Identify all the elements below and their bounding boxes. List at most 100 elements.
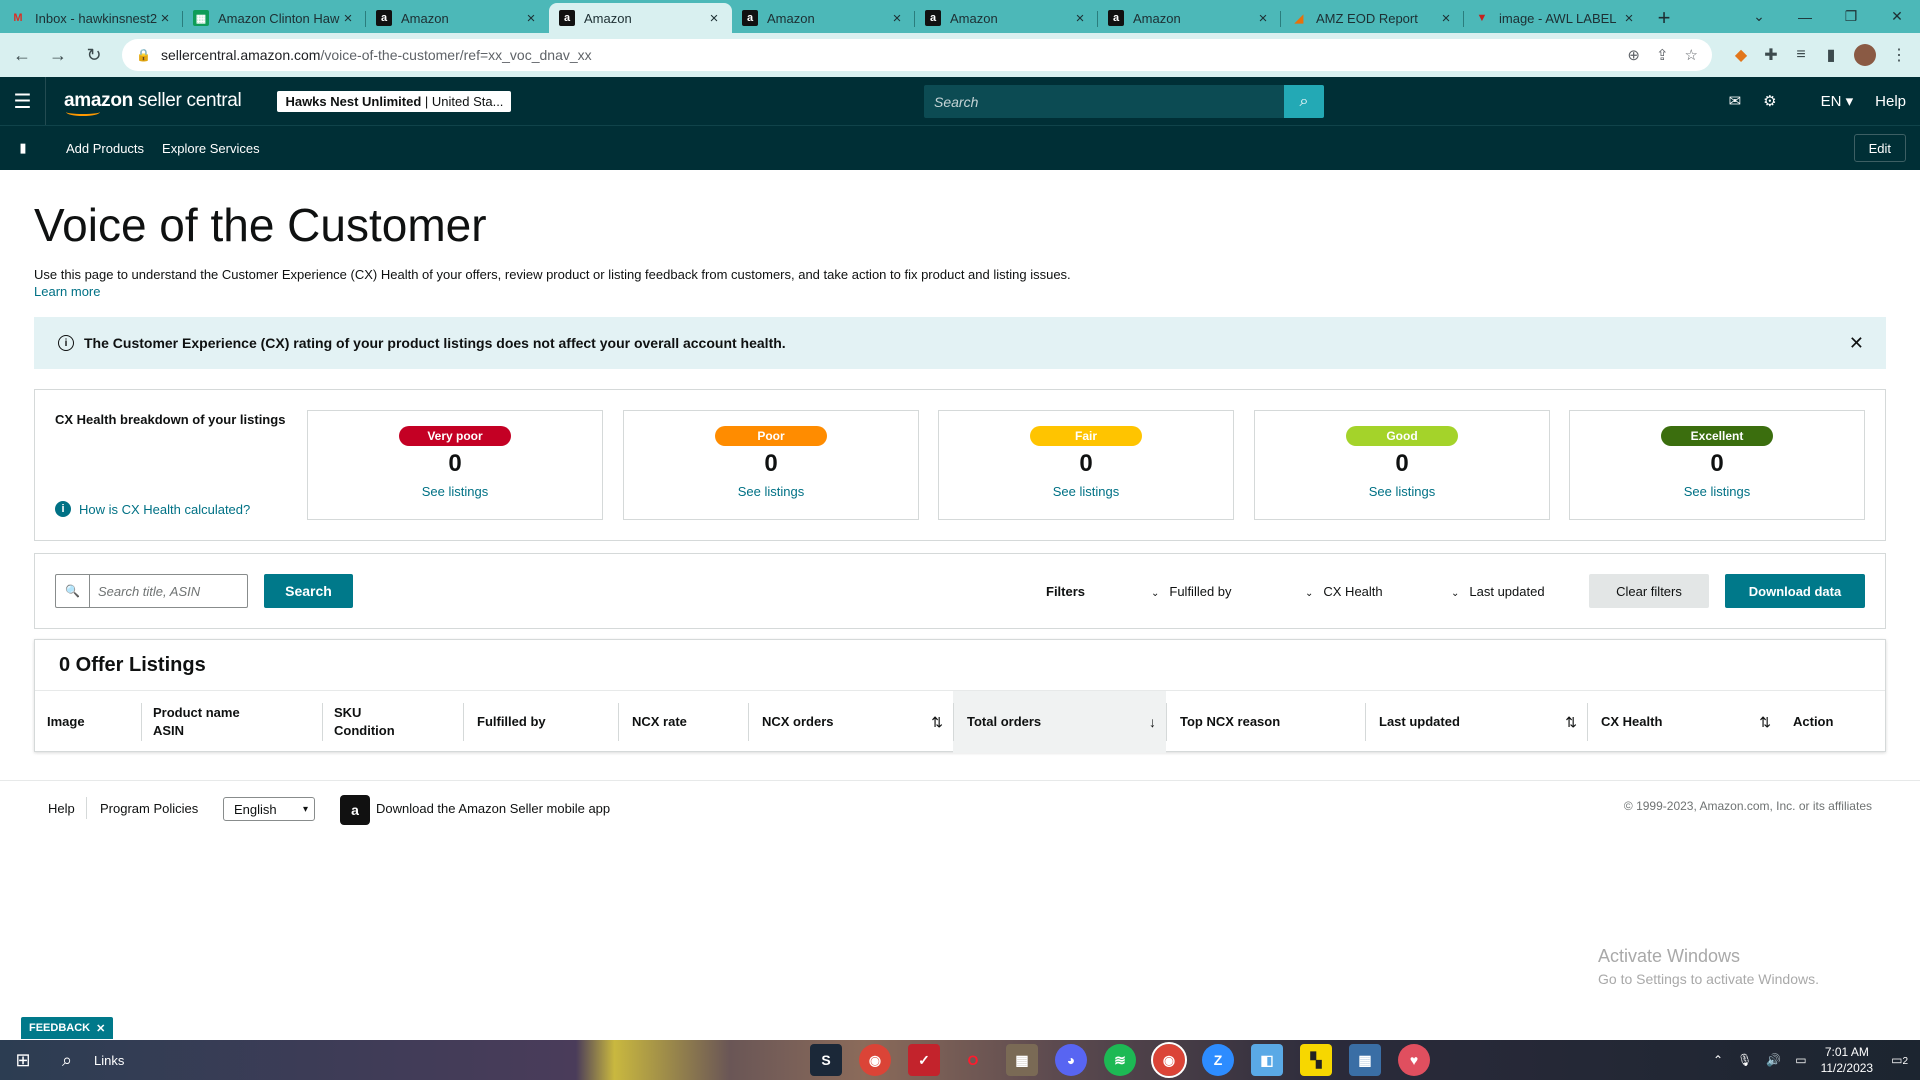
mail-icon[interactable]: ✉: [1729, 92, 1742, 110]
gear-icon[interactable]: ⚙: [1763, 92, 1776, 110]
nav-add-products[interactable]: Add Products: [66, 141, 144, 156]
close-icon[interactable]: ×: [340, 10, 356, 27]
listing-search-input[interactable]: Search title, ASIN: [90, 575, 247, 607]
sort-descending-icon[interactable]: ↓: [1149, 713, 1156, 731]
footer-language-select[interactable]: English ▾: [223, 797, 315, 821]
tab-search-icon[interactable]: ⌄: [1736, 0, 1782, 33]
app-icon[interactable]: ♥: [1398, 1044, 1430, 1076]
close-icon[interactable]: ✕: [96, 1022, 105, 1035]
close-icon[interactable]: ×: [1438, 10, 1454, 27]
search-icon[interactable]: ⌕: [46, 1040, 88, 1080]
media-icon[interactable]: ≡: [1786, 40, 1816, 70]
close-window-icon[interactable]: ✕: [1874, 0, 1920, 33]
discord-icon[interactable]: ◕: [1055, 1044, 1087, 1076]
calculator-icon[interactable]: ▦: [1349, 1044, 1381, 1076]
close-icon[interactable]: ×: [889, 10, 905, 27]
extensions-icon[interactable]: ✚: [1756, 40, 1786, 70]
app-icon[interactable]: ▦: [1006, 1044, 1038, 1076]
profile-avatar[interactable]: [1854, 44, 1876, 66]
taskbar-clock[interactable]: 7:01 AM 11/2/2023: [1821, 1044, 1874, 1076]
browser-tab[interactable]: ▼ image - AWL LABEL ×: [1464, 3, 1647, 33]
chrome-active-icon[interactable]: ◉: [1151, 1042, 1187, 1078]
last-updated-filter[interactable]: ⌄ Last updated: [1451, 584, 1545, 599]
zoom-icon[interactable]: Z: [1202, 1044, 1234, 1076]
metamask-icon[interactable]: ◆: [1726, 40, 1756, 70]
learn-more-link[interactable]: Learn more: [34, 284, 1886, 299]
bookmark-icon[interactable]: ▮: [0, 140, 46, 156]
windows-start-icon[interactable]: ⊞: [0, 1040, 46, 1080]
network-icon[interactable]: ▭: [1795, 1053, 1806, 1067]
fulfilled-by-filter[interactable]: ⌄ Fulfilled by: [1151, 584, 1232, 599]
see-listings-link[interactable]: See listings: [1255, 484, 1549, 499]
footer-program-policies-link[interactable]: Program Policies: [100, 801, 198, 816]
sort-icon[interactable]: ⇅: [1759, 713, 1771, 731]
language-selector[interactable]: EN ▾: [1799, 92, 1854, 110]
new-tab-button[interactable]: +: [1647, 3, 1681, 33]
account-switcher[interactable]: Hawks Nest Unlimited | United Sta...: [277, 90, 512, 112]
column-header-ncx-orders[interactable]: NCX orders ⇅: [748, 691, 953, 753]
volume-icon[interactable]: 🔊: [1766, 1053, 1781, 1067]
download-app-link[interactable]: Download the Amazon Seller mobile app: [376, 801, 610, 816]
steam-icon[interactable]: S: [810, 1044, 842, 1076]
app-icon[interactable]: ◧: [1251, 1044, 1283, 1076]
hamburger-menu-icon[interactable]: ☰: [0, 77, 46, 125]
close-icon[interactable]: ×: [523, 10, 539, 27]
footer-help-link[interactable]: Help: [48, 801, 75, 816]
feedback-tab[interactable]: FEEDBACK ✕: [21, 1017, 114, 1039]
close-icon[interactable]: ×: [706, 10, 722, 27]
reload-icon[interactable]: ↻: [80, 41, 108, 69]
bookmark-star-icon[interactable]: ☆: [1685, 46, 1698, 64]
help-link[interactable]: Help: [1875, 93, 1906, 110]
amazon-seller-central-logo[interactable]: amazon seller central: [64, 90, 242, 116]
install-app-icon[interactable]: ⊕: [1627, 46, 1640, 64]
restore-icon[interactable]: ❐: [1828, 0, 1874, 33]
browser-tab[interactable]: M Inbox - hawkinsnest2 ×: [0, 3, 183, 33]
side-panel-icon[interactable]: ▮: [1816, 40, 1846, 70]
close-icon[interactable]: ×: [157, 10, 173, 27]
browser-tab[interactable]: ◢ AMZ EOD Report ×: [1281, 3, 1464, 33]
close-icon[interactable]: ✕: [1849, 333, 1864, 354]
opera-icon[interactable]: O: [957, 1044, 989, 1076]
chrome-icon[interactable]: ◉: [859, 1044, 891, 1076]
amazon-seller-app-icon[interactable]: a: [340, 795, 370, 825]
browser-tab-active[interactable]: a Amazon ×: [549, 3, 732, 33]
cx-health-filter[interactable]: ⌄ CX Health: [1305, 584, 1383, 599]
menu-icon[interactable]: ⋮: [1884, 40, 1914, 70]
notification-icon[interactable]: ▭2: [1891, 1053, 1908, 1067]
search-button[interactable]: Search: [264, 574, 353, 608]
browser-tab[interactable]: a Amazon ×: [915, 3, 1098, 33]
see-listings-link[interactable]: See listings: [939, 484, 1233, 499]
browser-tab[interactable]: ▦ Amazon Clinton Hawk ×: [183, 3, 366, 33]
forward-icon[interactable]: →: [44, 41, 72, 69]
app-icon[interactable]: ✓: [908, 1044, 940, 1076]
header-search-input[interactable]: Search: [924, 85, 1284, 118]
close-icon[interactable]: ×: [1255, 10, 1271, 27]
browser-tab[interactable]: a Amazon ×: [366, 3, 549, 33]
see-listings-link[interactable]: See listings: [1570, 484, 1864, 499]
clear-filters-button[interactable]: Clear filters: [1589, 574, 1709, 608]
browser-tab[interactable]: a Amazon ×: [732, 3, 915, 33]
see-listings-link[interactable]: See listings: [624, 484, 918, 499]
sticky-notes-icon[interactable]: ▚: [1300, 1044, 1332, 1076]
share-icon[interactable]: ⇪: [1656, 46, 1669, 64]
sort-icon[interactable]: ⇅: [1565, 713, 1577, 731]
column-header-last-updated[interactable]: Last updated ⇅: [1365, 691, 1587, 753]
column-header-total-orders[interactable]: Total orders ↓: [953, 691, 1166, 753]
spotify-icon[interactable]: ≋: [1104, 1044, 1136, 1076]
taskbar-links-toolbar[interactable]: Links: [94, 1053, 154, 1068]
cx-health-help-link[interactable]: i How is CX Health calculated?: [55, 501, 250, 517]
back-icon[interactable]: ←: [8, 41, 36, 69]
url-input[interactable]: 🔒 sellercentral.amazon.com/voice-of-the-…: [122, 39, 1712, 71]
search-icon[interactable]: ⌕: [1284, 85, 1324, 118]
microphone-icon[interactable]: 🎙: [1737, 1053, 1752, 1067]
close-icon[interactable]: ×: [1621, 10, 1637, 27]
edit-nav-button[interactable]: Edit: [1853, 134, 1906, 162]
chevron-up-icon[interactable]: ⌃: [1713, 1053, 1723, 1067]
lock-icon[interactable]: 🔒: [136, 48, 151, 62]
see-listings-link[interactable]: See listings: [308, 484, 602, 499]
column-header-cx-health[interactable]: CX Health ⇅: [1587, 691, 1781, 753]
nav-explore-services[interactable]: Explore Services: [162, 141, 260, 156]
download-data-button[interactable]: Download data: [1725, 574, 1865, 608]
sort-icon[interactable]: ⇅: [931, 713, 943, 731]
minimize-icon[interactable]: —: [1782, 0, 1828, 33]
